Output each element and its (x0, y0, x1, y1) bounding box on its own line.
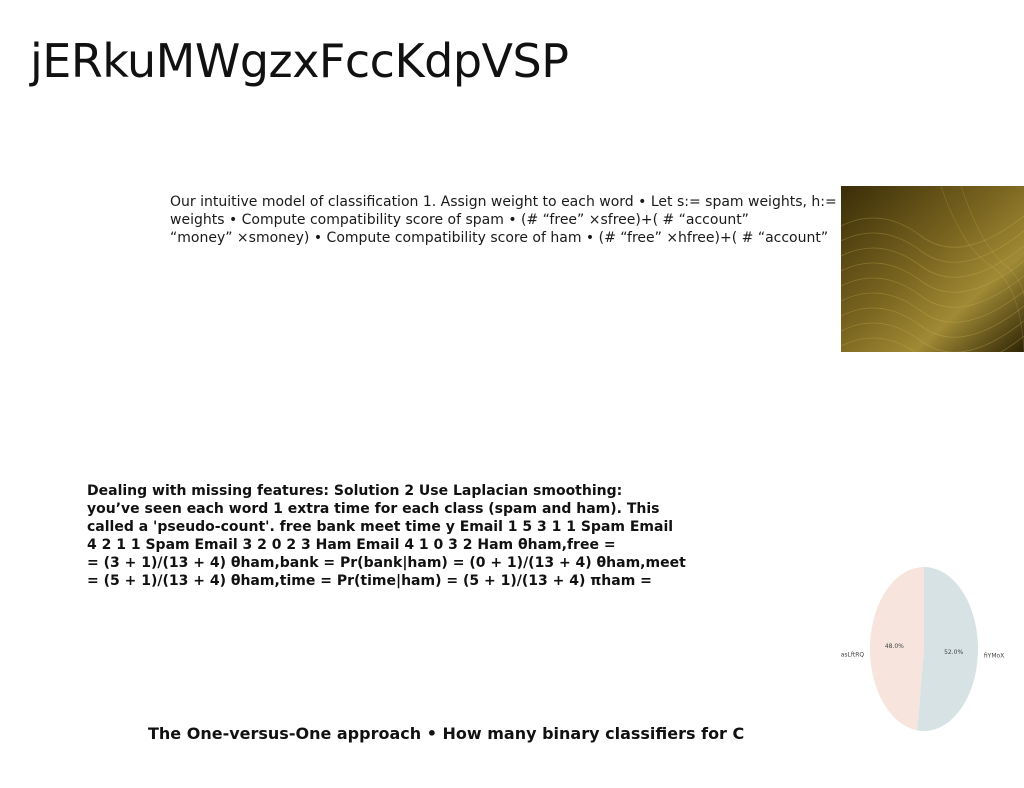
text-line: Dealing with missing features: Solution … (87, 483, 623, 499)
pie-chart: 52.0% fiYMoX 48.0% asLftRQ (841, 567, 1004, 731)
text-line: weights • Compute compatibility score of… (170, 212, 749, 228)
pie-slice-category-label: asLftRQ (841, 651, 865, 658)
pie-slice-category-label: fiYMoX (984, 653, 1004, 660)
text-line: called a 'pseudo-count'. free bank meet … (87, 519, 674, 535)
slide-title: jERkuMWgzxFccKdpVSP (30, 34, 569, 88)
text-block-one-vs-one: The One-versus-One approach • How many b… (148, 724, 745, 743)
text-block-classification-model: Our intuitive model of classification 1.… (170, 193, 842, 247)
text-block-laplacian-smoothing: Dealing with missing features: Solution … (87, 482, 687, 590)
pie-slice-percent-label: 52.0% (944, 649, 963, 656)
text-line: Our intuitive model of classification 1.… (170, 194, 837, 210)
text-line: = (5 + 1)/(13 + 4) θham,time = Pr(time|h… (87, 573, 652, 589)
text-line: 4 2 1 1 Spam Email 3 2 0 2 3 Ham Email 4… (87, 537, 616, 553)
decorative-photo (841, 186, 1024, 352)
wave-texture-image (841, 186, 1024, 352)
text-line: “money” ×smoney) • Compute compatibility… (170, 230, 829, 246)
text-line: you’ve seen each word 1 extra time for e… (87, 501, 660, 517)
pie-slice-percent-label: 48.0% (885, 643, 904, 650)
text-line: = (3 + 1)/(13 + 4) θham,bank = Pr(bank|h… (87, 555, 687, 571)
